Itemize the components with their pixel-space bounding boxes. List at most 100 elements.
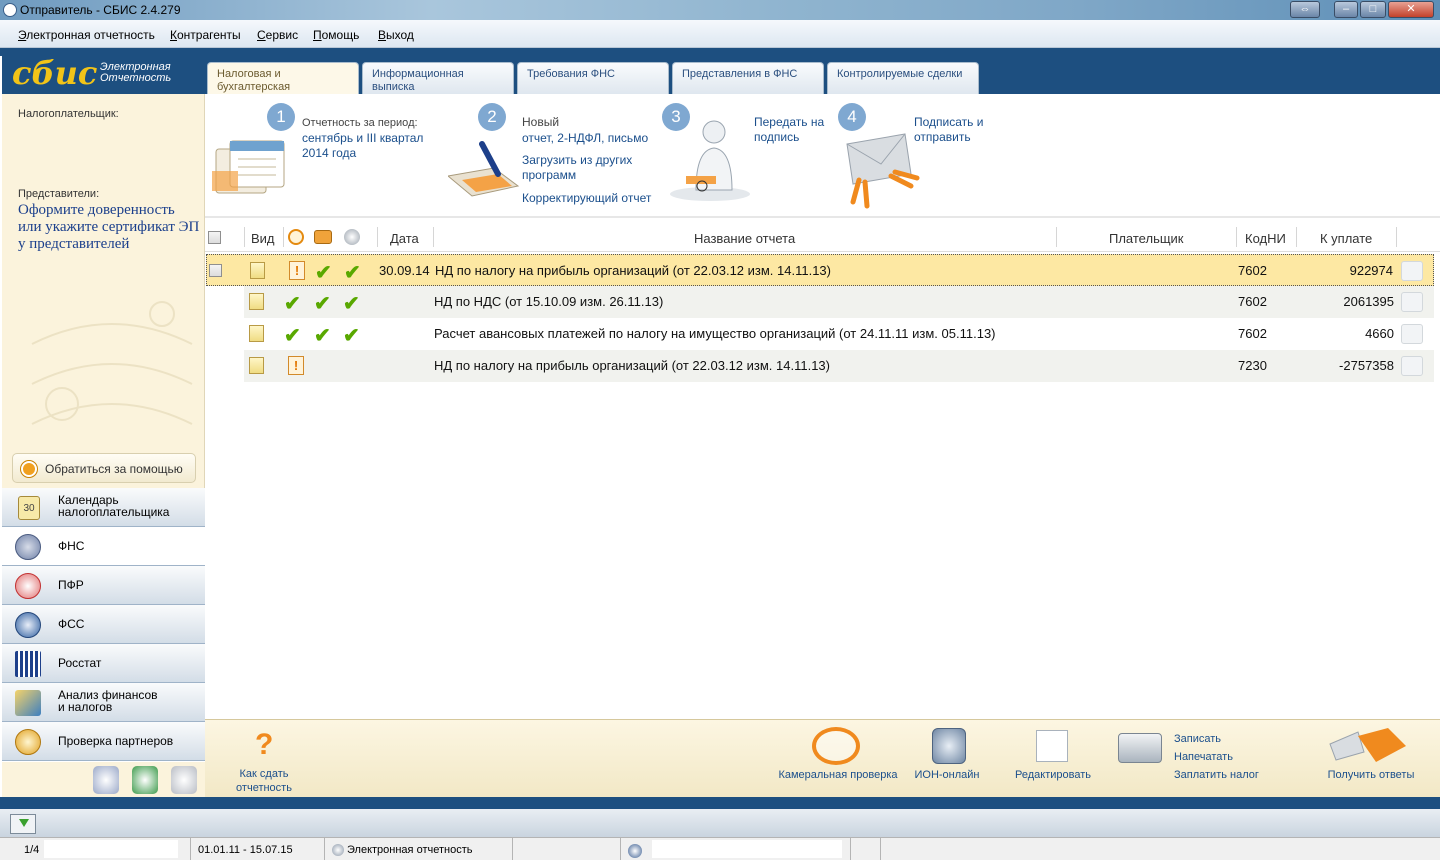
ion-online-icon[interactable]	[932, 728, 966, 764]
calendar-icon: 30	[18, 496, 40, 520]
tab-tax-accounting[interactable]: Налоговая ибухгалтерская отчетность	[207, 62, 359, 106]
print-button[interactable]: Напечатать	[1174, 750, 1233, 764]
edit-icon[interactable]	[1036, 730, 1068, 762]
pay-tax-button[interactable]: Заплатить налог	[1174, 768, 1259, 782]
app-icon	[3, 3, 17, 17]
status-sep	[324, 838, 325, 860]
document-icon[interactable]	[249, 357, 264, 374]
nav-fss[interactable]: ФСС	[2, 605, 205, 644]
print-icon[interactable]	[1401, 261, 1423, 281]
step-1-period-link-1[interactable]: сентябрь и III квартал	[302, 131, 423, 146]
tab-info-statement[interactable]: Информационная выписка	[362, 62, 514, 94]
step-2-correction-link[interactable]: Корректирующий отчет	[522, 191, 651, 206]
logo-brand: сбис	[12, 54, 98, 92]
printer-icon[interactable]	[1118, 733, 1162, 763]
nav-partner-check[interactable]: Проверка партнеров	[2, 722, 205, 761]
question-icon[interactable]: ?	[255, 730, 273, 760]
edit-button[interactable]: Редактировать	[1010, 768, 1096, 782]
print-icon[interactable]	[1401, 324, 1423, 344]
step-3-link-1[interactable]: Передать на	[754, 115, 824, 130]
tab-fns-requirements[interactable]: Требования ФНС	[517, 62, 669, 94]
table-row[interactable]: ✔ ✔ ✔ Расчет авансовых платежей по налог…	[244, 318, 1434, 350]
footer-stripe	[0, 797, 1440, 809]
col-payer[interactable]: Плательщик	[1109, 231, 1183, 246]
restore-icon[interactable]: ⇔	[1290, 1, 1320, 18]
step-2-new-label: Новый	[522, 115, 560, 129]
status-sep	[620, 838, 621, 860]
table-row[interactable]: ! ✔ ✔ 30.09.14 НД по налогу на прибыль о…	[206, 254, 1434, 286]
cameral-check-button[interactable]: Камеральная проверка	[776, 768, 900, 782]
nav-calendar-l2: налогоплательщика	[58, 505, 170, 519]
emblem-icon-1[interactable]	[93, 766, 119, 794]
representatives-link[interactable]: Оформите доверенность или укажите сертиф…	[18, 202, 202, 253]
taxpayer-label: Налогоплательщик:	[18, 108, 119, 120]
print-icon[interactable]	[1401, 356, 1423, 376]
step-2-new-report-link[interactable]: отчет, 2-НДФЛ, письмо	[522, 131, 648, 146]
nav-fss-label: ФСС	[58, 617, 85, 631]
col-date[interactable]: Дата	[390, 231, 419, 246]
col-sep	[1236, 227, 1237, 247]
nav-calendar[interactable]: 30 Календарь налогоплательщика	[2, 488, 205, 527]
status-period[interactable]: 01.01.11 - 15.07.15	[198, 844, 293, 856]
nav-finance-label: Анализ финансов и налогов	[58, 689, 158, 713]
status-sep	[880, 838, 881, 860]
nav-pfr[interactable]: ПФР	[2, 566, 205, 605]
menu-electronic-reporting[interactable]: Электронная отчетность	[18, 28, 155, 42]
document-icon[interactable]	[249, 325, 264, 342]
print-icon[interactable]	[1401, 292, 1423, 312]
rosstat-icon	[15, 651, 41, 677]
receive-answers-icon[interactable]	[1328, 726, 1408, 766]
nav-finance-analysis[interactable]: Анализ финансов и налогов	[2, 683, 205, 722]
step-2-import-link-1[interactable]: Загрузить из других	[522, 153, 632, 168]
nav-rosstat[interactable]: Росстат	[2, 644, 205, 683]
how-to-submit-l1: Как сдать	[239, 768, 289, 780]
magnifier-numbers-icon[interactable]	[812, 727, 860, 765]
write-button[interactable]: Записать	[1174, 732, 1221, 746]
table-row[interactable]: ! НД по налогу на прибыль организаций (о…	[244, 350, 1434, 382]
document-icon[interactable]	[250, 262, 265, 279]
receive-answers-button[interactable]: Получить ответы	[1322, 768, 1420, 782]
pen-paper-illustration	[448, 141, 520, 197]
col-tax-office-code[interactable]: КодНИ	[1245, 231, 1286, 246]
step-3-link-2[interactable]: подпись	[754, 130, 799, 145]
col-sep	[1296, 227, 1297, 247]
step-2-import-link-2[interactable]: программ	[522, 168, 576, 183]
download-arrow-icon[interactable]	[10, 814, 36, 834]
row-report-name: Расчет авансовых платежей по налогу на и…	[434, 326, 996, 341]
step-4-link-1[interactable]: Подписать и	[914, 115, 983, 130]
close-icon[interactable]: ✕	[1388, 1, 1434, 18]
check-icon: ✔	[344, 262, 361, 284]
step-4-link-2[interactable]: отправить	[914, 130, 971, 145]
fss-icon	[15, 612, 41, 638]
col-view[interactable]: Вид	[251, 231, 275, 246]
tab-tax-l1: Налоговая и	[217, 68, 281, 80]
logo-subtitle: Электронная Отчетность	[100, 62, 171, 84]
document-icon[interactable]	[249, 293, 264, 310]
col-report-name[interactable]: Название отчета	[694, 231, 795, 246]
how-to-submit-button[interactable]: Как сдать отчетность	[226, 767, 302, 795]
ion-online-button[interactable]: ИОН-онлайн	[910, 768, 984, 782]
select-all-checkbox[interactable]	[208, 231, 221, 244]
table-row[interactable]: ✔ ✔ ✔ НД по НДС (от 15.10.09 изм. 26.11.…	[244, 286, 1434, 318]
fst-emblem-icon[interactable]	[171, 766, 197, 794]
fns-emblem-icon	[15, 534, 41, 560]
row-checkbox[interactable]	[209, 264, 222, 277]
menu-help[interactable]: Помощь	[313, 28, 359, 42]
nav-fns[interactable]: ФНС	[2, 527, 205, 566]
row-to-pay: -2757358	[1339, 358, 1394, 373]
menu-counterparties[interactable]: Контрагенты	[170, 28, 241, 42]
emblem-icon-2[interactable]	[132, 766, 158, 794]
maximize-icon[interactable]: □	[1360, 1, 1386, 18]
left-panel: Налогоплательщик: Представители: Оформит…	[2, 94, 205, 488]
help-button[interactable]: Обратиться за помощью	[12, 453, 196, 483]
step-1-period-label: Отчетность за период:	[302, 117, 418, 129]
menu-service[interactable]: Сервис	[257, 28, 298, 42]
minimize-icon[interactable]: –	[1334, 1, 1358, 18]
step-1-period-link-2[interactable]: 2014 года	[302, 146, 356, 161]
tab-controlled-deals[interactable]: Контролируемые сделки	[827, 62, 979, 94]
col-sep	[283, 227, 284, 247]
menu-exit[interactable]: Выход	[378, 28, 414, 42]
col-to-pay[interactable]: К уплате	[1320, 231, 1372, 246]
nav-pfr-label: ПФР	[58, 578, 84, 592]
tab-fns-submissions[interactable]: Представления в ФНС	[672, 62, 824, 94]
